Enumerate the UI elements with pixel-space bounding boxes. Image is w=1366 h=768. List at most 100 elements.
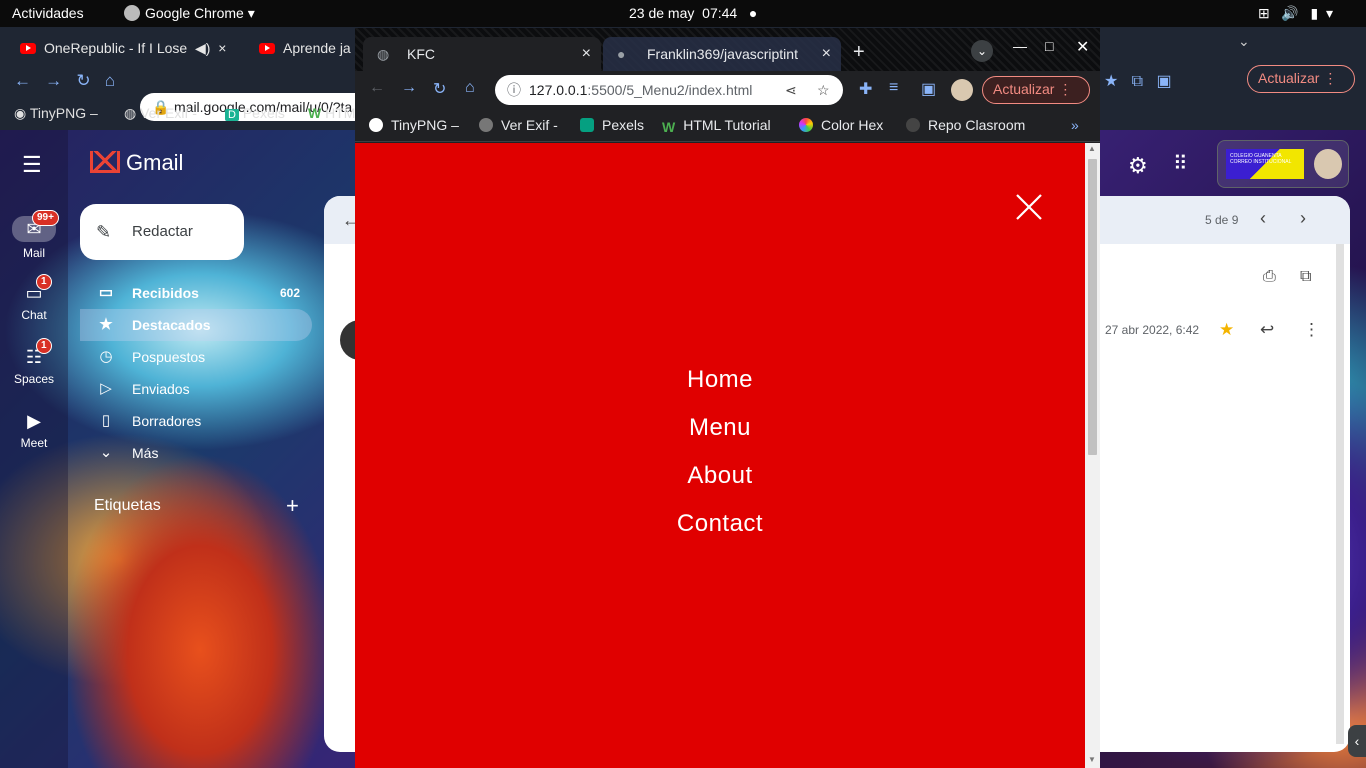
bg-bookmark[interactable]: W HTM xyxy=(308,105,355,121)
close-window-icon[interactable]: ✕ xyxy=(1076,37,1089,57)
bookmark-pexels[interactable]: Pexels xyxy=(580,117,644,133)
starred-icon[interactable]: ★ xyxy=(1219,320,1234,340)
more-bookmarks-icon[interactable]: » xyxy=(1071,117,1079,133)
nav-borradores[interactable]: ▯ Borradores xyxy=(80,405,312,437)
settings-gear-icon[interactable]: ⚙ xyxy=(1128,153,1148,179)
bg-bookmark[interactable]: D Pexels xyxy=(225,105,285,121)
clock[interactable]: 23 de may 07:44 ● xyxy=(629,5,757,21)
account-area[interactable]: COLEGIO GUANENTA CORREO INSTITUCIONAL xyxy=(1217,140,1349,188)
compose-button[interactable]: ✎ Redactar xyxy=(80,204,244,260)
hamburger-menu-icon[interactable]: ☰ xyxy=(22,152,42,178)
update-button[interactable]: Actualizar ⋮ xyxy=(982,76,1090,104)
bookmark-ver-exif[interactable]: Ver Exif - xyxy=(479,117,558,133)
rail-spaces[interactable]: ☷ 1 Spaces xyxy=(0,338,68,386)
prev-message-icon[interactable]: ‹ xyxy=(1260,208,1266,229)
scroll-down-arrow-icon[interactable]: ▼ xyxy=(1088,755,1096,764)
rail-meet[interactable]: ▶ Meet xyxy=(0,410,68,450)
draft-icon: ▯ xyxy=(101,412,111,429)
maximize-icon[interactable]: □ xyxy=(1045,38,1053,54)
profile-avatar[interactable] xyxy=(951,79,973,101)
bg-tab-aprende[interactable]: Aprende ja xyxy=(259,33,351,63)
close-tab-icon[interactable]: × xyxy=(822,37,831,71)
share-icon[interactable]: ⋖ xyxy=(785,75,797,105)
bg-update-button[interactable]: Actualizar ⋮ xyxy=(1247,65,1355,93)
scroll-up-arrow-icon[interactable]: ▲ xyxy=(1088,144,1096,153)
globe-icon: ◍ xyxy=(377,46,390,62)
menu-link-home[interactable]: Home xyxy=(355,366,1085,394)
bg-tab-search-icon[interactable]: ⌄ xyxy=(1238,33,1250,50)
bookmark-tinypng[interactable]: TinyPNG – xyxy=(369,117,459,133)
close-icon[interactable]: × xyxy=(218,40,226,56)
tab-strip: ◍ KFC × ● Franklin369/javascriptint × + … xyxy=(355,28,1100,71)
new-tab-icon[interactable]: + xyxy=(853,42,865,62)
bg-tab-onerepublic[interactable]: OneRepublic - If I Lose ◀) × xyxy=(20,33,226,63)
url-path: :5500/5_Menu2/index.html xyxy=(587,82,753,98)
labels-heading: Etiquetas xyxy=(94,497,161,514)
page-scrollbar[interactable]: ▲ ▼ xyxy=(1085,143,1100,768)
address-bar[interactable]: ⓘ 127.0.0.1:5500/5_Menu2/index.html ⋖ ☆ xyxy=(495,75,843,105)
close-tab-icon[interactable]: × xyxy=(582,37,591,71)
rail-chat[interactable]: ▭ 1 Chat xyxy=(0,274,68,322)
nav-pospuestos[interactable]: ◷ Pospuestos xyxy=(80,341,312,373)
reading-list-icon[interactable]: ≡ xyxy=(889,79,898,97)
bg-bookmark[interactable]: ◍ Ver Exif - xyxy=(124,105,197,122)
print-icon[interactable]: ⎙ xyxy=(1263,268,1276,286)
open-new-window-icon[interactable]: ⧉ xyxy=(1300,268,1311,286)
bookmark-color-hex[interactable]: Color Hex xyxy=(799,117,883,133)
chat-badge: 1 xyxy=(36,274,52,290)
tab-search-icon[interactable]: ⌄ xyxy=(971,40,993,62)
bookmark-html-tutorial[interactable]: W HTML Tutorial xyxy=(662,117,771,135)
avatar xyxy=(1314,149,1342,179)
bg-bookmark[interactable]: ◉ TinyPNG – xyxy=(14,105,98,122)
reply-icon[interactable]: ↩ xyxy=(1260,320,1274,340)
send-icon: ▷ xyxy=(100,380,112,397)
menu-link-contact[interactable]: Contact xyxy=(355,510,1085,538)
tab-franklin369[interactable]: ● Franklin369/javascriptint × xyxy=(603,37,841,71)
forward-icon[interactable]: → xyxy=(401,79,417,97)
next-message-icon[interactable]: › xyxy=(1300,208,1306,229)
menu-link-about[interactable]: About xyxy=(355,462,1085,490)
bg-nav-buttons[interactable]: ← → ↻ ⌂ xyxy=(14,71,115,91)
time-text: 07:44 xyxy=(702,5,738,21)
nav-recibidos[interactable]: ▭ Recibidos 602 xyxy=(80,277,312,309)
globe-icon xyxy=(479,118,493,132)
mute-icon[interactable]: ◀) xyxy=(195,40,210,56)
minimize-icon[interactable]: — xyxy=(1013,38,1027,54)
browser-toolbar: ← → ↻ ⌂ ⓘ 127.0.0.1:5500/5_Menu2/index.h… xyxy=(355,71,1100,110)
reload-icon[interactable]: ↻ xyxy=(433,79,446,99)
scrollbar-thumb[interactable] xyxy=(1088,159,1097,455)
video-camera-icon: ▶ xyxy=(27,411,41,431)
extension-puzzle-icon[interactable]: ✚ xyxy=(859,79,872,99)
bg-toolbar-icons[interactable]: ★ ⧉ ▣ xyxy=(1104,71,1172,91)
nav-enviados[interactable]: ▷ Enviados xyxy=(80,373,312,405)
home-icon[interactable]: ⌂ xyxy=(465,79,475,97)
gmail-left-rail: ☰ ✉ 99+ Mail ▭ 1 Chat ☷ 1 Spaces ▶ Meet xyxy=(0,130,68,768)
back-icon[interactable]: ← xyxy=(369,79,385,97)
rail-mail[interactable]: ✉ 99+ Mail xyxy=(0,210,68,260)
page-content: Home Menu About Contact xyxy=(355,143,1085,768)
gmail-logo[interactable]: Gmail xyxy=(90,150,183,176)
activities-button[interactable]: Actividades xyxy=(12,5,84,21)
color-wheel-icon xyxy=(799,118,813,132)
bookmark-repo-clasroom[interactable]: Repo Clasroom xyxy=(906,117,1025,133)
bookmark-star-icon[interactable]: ☆ xyxy=(817,75,830,105)
chevron-down-icon: ⌄ xyxy=(99,444,113,461)
tab-kfc[interactable]: ◍ KFC × xyxy=(363,37,601,71)
nav-destacados[interactable]: ★ Destacados xyxy=(80,309,312,341)
date-text: 23 de may xyxy=(629,5,695,21)
system-top-bar: Actividades Google Chrome ▾ 23 de may 07… xyxy=(0,0,1366,27)
info-icon: ⓘ xyxy=(507,82,521,98)
side-panel-icon[interactable]: ▣ xyxy=(921,79,936,99)
apps-grid-icon[interactable]: ⠿ xyxy=(1173,151,1188,176)
menu-link-menu[interactable]: Menu xyxy=(355,414,1085,442)
mail-badge: 99+ xyxy=(32,210,59,226)
add-label-icon[interactable]: + xyxy=(286,493,299,519)
side-panel-toggle-icon[interactable]: ‹ xyxy=(1348,725,1366,757)
more-vertical-icon[interactable]: ⋮ xyxy=(1303,320,1320,340)
message-date: 27 abr 2022, 6:42 xyxy=(1105,323,1200,337)
gmail-scrollbar[interactable] xyxy=(1336,244,1344,744)
nav-mas[interactable]: ⌄ Más xyxy=(80,437,312,469)
app-menu[interactable]: Google Chrome ▾ xyxy=(124,5,255,22)
close-menu-icon[interactable] xyxy=(1009,187,1049,227)
system-status-icons[interactable]: ⊞ 🔊 ▮ ▾ xyxy=(1258,5,1333,22)
